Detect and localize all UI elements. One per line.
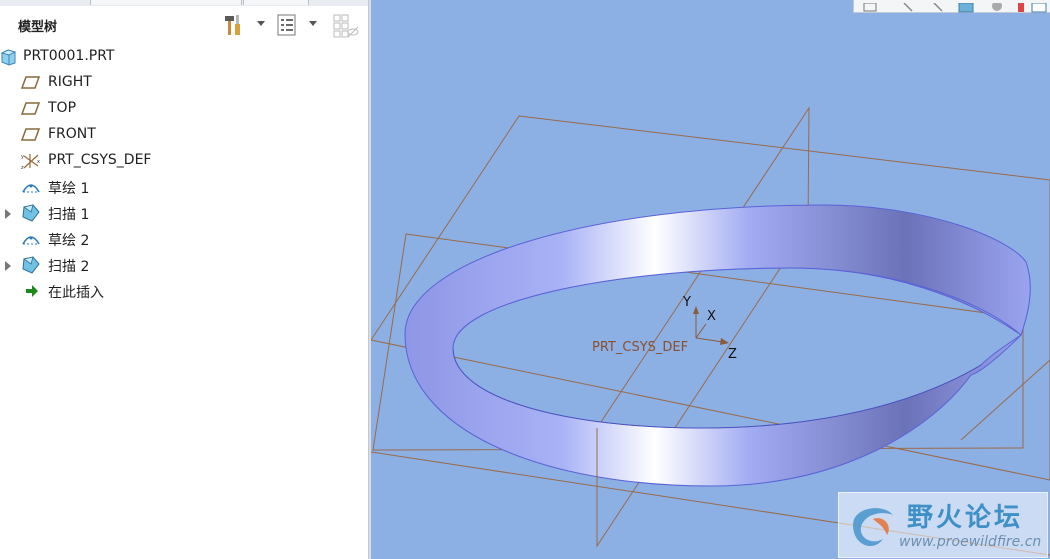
toolbar-icons [863,1,1047,13]
tree-item-label: 草绘 1 [48,181,90,197]
svg-text:x: x [37,159,40,165]
model-tree-panel: 模型树 PRT0001.PRT RIGHT TOP FRONT y z x PR… [0,0,368,559]
tree-item-label: TOP [48,100,77,116]
panel-tab[interactable] [243,0,309,5]
datum-plane-icon [21,76,41,89]
sweep-surface[interactable] [404,204,1031,487]
watermark-url: www.proewildfire.cn [899,534,1042,550]
watermark-title: 野火论坛 [907,503,1024,533]
shading-icon [992,1,1002,11]
tree-settings-button[interactable] [222,13,246,35]
view-icon [958,2,974,13]
sweep-icon [22,256,40,274]
tree-item-insert-here[interactable]: 在此插入 [0,278,368,304]
tree-item-sweep-2[interactable]: 扫描 2 [0,252,368,278]
tree-item-sketch-2[interactable]: 草绘 2 [0,226,368,252]
chevron-down-icon[interactable] [309,21,317,26]
layout-icon [1031,2,1047,13]
axis-z-label: Z [728,347,737,362]
graphics-toolbar[interactable] [853,0,1050,13]
model-tree-header: 模型树 [0,6,368,42]
sweep-icon [22,204,40,222]
csys-label: PRT_CSYS_DEF [592,340,688,355]
axis-x-label: X [707,309,716,324]
model-canvas: Y X Z PRT_CSYS_DEF [371,106,1050,556]
tools-icon [225,15,240,35]
tree-item-front[interactable]: FRONT [0,122,368,148]
tree-item-sketch-1[interactable]: 草绘 1 [0,174,368,200]
sketch-icon [22,184,40,193]
tree-item-part[interactable]: PRT0001.PRT [0,44,368,70]
panel-tab[interactable] [90,0,242,5]
insert-here-arrow-icon [26,285,38,297]
tree-item-top[interactable]: TOP [0,96,368,122]
tree-item-label: PRT_CSYS_DEF [48,152,152,168]
panel-title: 模型树 [18,20,58,35]
tree-item-label: RIGHT [48,74,92,90]
datum-plane-icon [21,102,41,115]
display-icon [1018,3,1024,12]
tree-item-label: 草绘 2 [48,233,90,249]
tree-item-label: PRT0001.PRT [23,48,115,64]
datum-planes[interactable] [371,106,1050,556]
tree-item-label: FRONT [48,126,96,142]
tree-show-button[interactable] [276,13,300,36]
csys-glyph[interactable]: Y X Z PRT_CSYS_DEF [592,295,737,362]
watermark: 野火论坛 www.proewildfire.cn [838,492,1048,558]
forum-logo-icon [853,508,893,547]
axis-y-label: Y [682,295,691,310]
chevron-down-icon[interactable] [257,21,265,26]
tree-item-right[interactable]: RIGHT [0,70,368,96]
svg-text:z: z [21,165,24,170]
graphics-viewport[interactable]: Y X Z PRT_CSYS_DEF [371,0,1050,559]
tree-item-sweep-1[interactable]: 扫描 1 [0,200,368,226]
datum-plane-icon [21,128,41,141]
svg-text:y: y [21,154,24,160]
zoom-icon [863,2,877,12]
coordinate-system-icon: y z x [21,154,40,170]
tree-item-label: 扫描 1 [48,207,90,223]
tree-filter-button[interactable] [332,13,360,38]
tree-item-label: 扫描 2 [48,259,90,275]
list-icon [277,14,296,36]
part-icon [0,49,17,66]
tree-item-csys[interactable]: y z x PRT_CSYS_DEF [0,148,368,174]
grid-visibility-icon [333,14,359,38]
rotate-icon [933,2,943,12]
sketch-icon [22,236,40,245]
tree-item-label: 在此插入 [48,285,104,301]
expand-arrow-icon[interactable] [5,209,11,219]
expand-arrow-icon[interactable] [5,261,11,271]
pan-icon [903,2,913,12]
